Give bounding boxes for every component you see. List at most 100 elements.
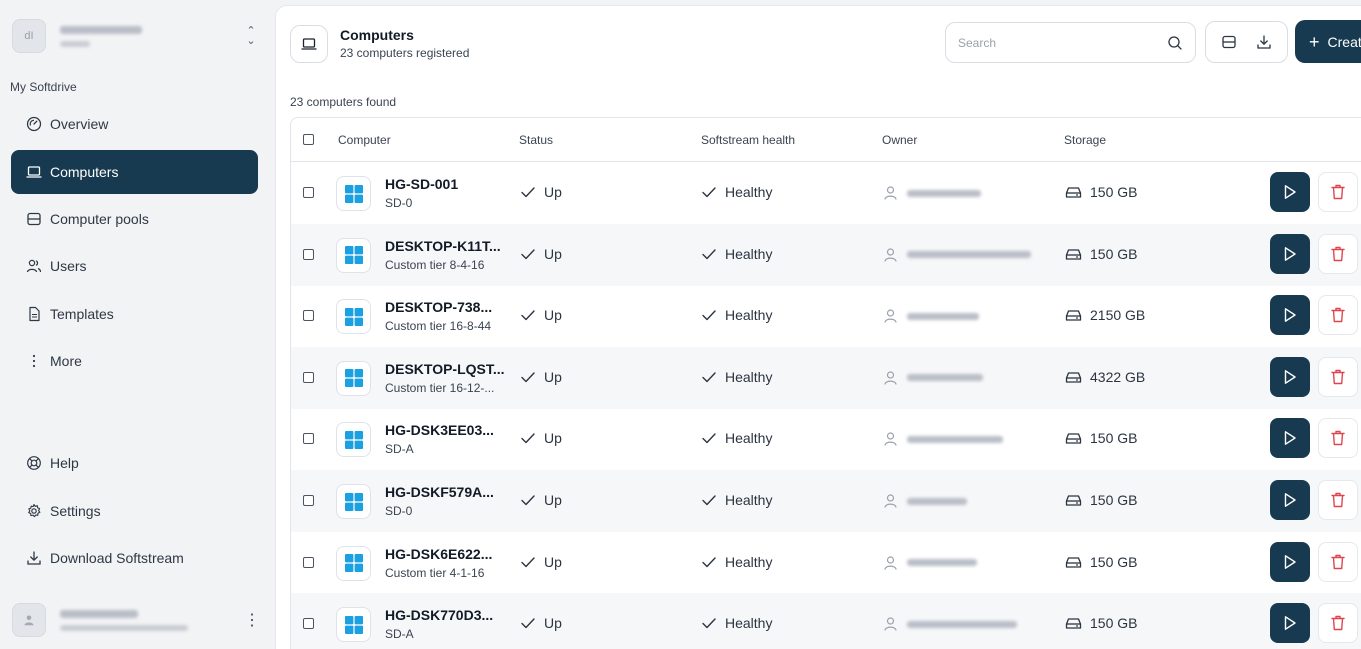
health-text: Healthy [725, 553, 773, 570]
row-checkbox[interactable] [303, 433, 314, 445]
delete-computer-button[interactable] [1318, 295, 1358, 336]
check-icon [521, 556, 535, 567]
computer-name[interactable]: HG-DSK770D3... [385, 607, 493, 623]
users-icon [26, 259, 42, 273]
start-computer-button[interactable] [1270, 233, 1310, 274]
layout-toggle-button[interactable] [1216, 29, 1242, 55]
trash-icon [1331, 431, 1345, 446]
row-checkbox[interactable] [303, 187, 314, 198]
sidebar-item-overview[interactable]: Overview [11, 102, 258, 146]
owner-name-redacted [907, 497, 967, 505]
user-profile[interactable]: ⋮ [12, 600, 260, 640]
health-cell: Healthy [701, 246, 772, 262]
start-computer-button[interactable] [1270, 172, 1310, 212]
computer-name[interactable]: HG-SD-001 [385, 176, 458, 192]
table-row[interactable]: HG-DSKF579A... SD-0 Up Healthy 150 GB [291, 470, 1361, 532]
trash-icon [1331, 307, 1345, 323]
table-row[interactable]: DESKTOP-738... Custom tier 16-8-44 Up He… [291, 285, 1361, 347]
table-row[interactable]: HG-DSK770D3... SD-A Up Healthy 150 GB [291, 593, 1361, 649]
column-header-storage[interactable]: Storage [1064, 133, 1106, 147]
check-icon [702, 372, 716, 382]
table-row[interactable]: HG-DSK6E622... Custom tier 4-1-16 Up Hea… [291, 532, 1361, 594]
row-checkbox[interactable] [303, 556, 314, 568]
table-row[interactable]: DESKTOP-LQST... Custom tier 16-12-... Up… [291, 346, 1361, 409]
health-text: Healthy [725, 368, 773, 385]
sidebar-item-computers[interactable]: Computers [11, 150, 258, 194]
create-button[interactable]: + Creat [1295, 20, 1361, 63]
check-icon [521, 310, 535, 321]
computer-name[interactable]: DESKTOP-738... [385, 299, 492, 315]
column-header-status[interactable]: Status [519, 133, 553, 147]
trash-icon [1331, 554, 1345, 569]
sidebar-item-download-softstream[interactable]: Download Softstream [11, 536, 258, 580]
status-cell: Up [520, 430, 562, 446]
owner-name-redacted [907, 435, 1003, 443]
delete-computer-button[interactable] [1318, 603, 1358, 644]
user-icon [884, 186, 897, 200]
sidebar-item-label: More [50, 353, 82, 369]
user-icon [24, 615, 34, 626]
table-row[interactable]: HG-SD-001 SD-0 Up Healthy 150 GB [291, 162, 1361, 224]
delete-computer-button[interactable] [1318, 356, 1358, 397]
computer-tier: SD-0 [385, 504, 413, 518]
column-header-softstream-health[interactable]: Softstream health [701, 133, 795, 147]
sidebar-item-computer-pools[interactable]: Computer pools [11, 197, 258, 241]
start-computer-button[interactable] [1270, 480, 1310, 520]
user-icon [884, 309, 897, 323]
start-computer-button[interactable] [1270, 541, 1310, 582]
table-row[interactable]: DESKTOP-K11T... Custom tier 8-4-16 Up He… [291, 223, 1361, 286]
delete-computer-button[interactable] [1318, 418, 1358, 459]
select-all-checkbox[interactable] [303, 134, 314, 145]
delete-computer-button[interactable] [1318, 541, 1358, 582]
health-cell: Healthy [701, 492, 772, 508]
sidebar-item-help[interactable]: Help [11, 441, 258, 485]
column-header-owner[interactable]: Owner [882, 133, 917, 147]
main-panel: Computers 23 computers registered + Crea… [275, 5, 1361, 649]
search-input[interactable] [958, 35, 1167, 50]
row-checkbox[interactable] [303, 371, 314, 383]
sidebar-item-more[interactable]: More [11, 339, 258, 383]
org-switcher[interactable]: dI ⌃ ⌄ [12, 14, 260, 58]
sidebar-item-settings[interactable]: Settings [11, 489, 258, 533]
health-cell: Healthy [701, 369, 772, 385]
user-menu-icon[interactable]: ⋮ [244, 610, 260, 630]
gear-icon [28, 503, 41, 518]
delete-computer-button[interactable] [1318, 172, 1358, 212]
column-header-computer[interactable]: Computer [338, 133, 391, 147]
computer-name[interactable]: HG-DSK3EE03... [385, 422, 494, 438]
row-checkbox[interactable] [303, 248, 314, 260]
start-computer-button[interactable] [1270, 418, 1310, 459]
owner-name-redacted [907, 559, 977, 567]
owner-name-redacted [907, 312, 979, 320]
sidebar-item-users[interactable]: Users [11, 244, 258, 288]
start-computer-button[interactable] [1270, 356, 1310, 397]
delete-computer-button[interactable] [1318, 480, 1358, 520]
delete-computer-button[interactable] [1318, 233, 1358, 274]
table-row[interactable]: HG-DSK3EE03... SD-A Up Healthy 150 GB [291, 408, 1361, 470]
sidebar-item-templates[interactable]: Templates [11, 292, 258, 336]
start-computer-button[interactable] [1270, 295, 1310, 336]
search-icon[interactable] [1167, 35, 1183, 51]
computer-name[interactable]: DESKTOP-LQST... [385, 361, 505, 377]
storage-cell: 150 GB [1065, 430, 1137, 446]
computer-name[interactable]: HG-DSKF579A... [385, 484, 494, 500]
start-computer-button[interactable] [1270, 603, 1310, 644]
storage-cell: 150 GB [1065, 184, 1137, 200]
owner-name-redacted [907, 251, 1031, 259]
storage-text: 150 GB [1090, 615, 1138, 632]
owner-name-redacted [907, 374, 983, 382]
health-text: Healthy [725, 307, 773, 324]
trash-icon [1331, 184, 1345, 200]
export-button[interactable] [1251, 29, 1277, 55]
health-text: Healthy [725, 430, 773, 447]
create-button-label: Creat [1327, 33, 1361, 50]
row-checkbox[interactable] [303, 310, 314, 322]
sidebar-item-label: Help [50, 455, 79, 471]
computer-name[interactable]: HG-DSK6E622... [385, 546, 492, 562]
windows-logo-icon [336, 237, 371, 273]
status-text: Up [544, 368, 562, 385]
row-checkbox[interactable] [303, 495, 314, 506]
computer-name[interactable]: DESKTOP-K11T... [385, 238, 501, 254]
trash-icon [1331, 615, 1345, 631]
row-checkbox[interactable] [303, 618, 314, 630]
